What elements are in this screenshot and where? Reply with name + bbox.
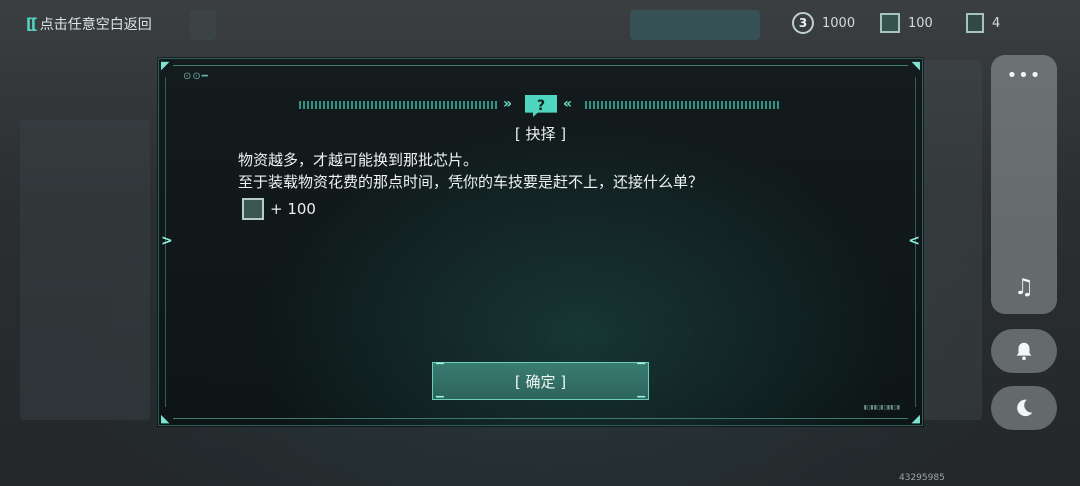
- confirm-button[interactable]: ▔ ▔ ▁ ▁ [ 确定 ]: [432, 362, 649, 400]
- bg-block: [922, 60, 982, 420]
- corner-icon: ◥: [911, 59, 920, 72]
- night-mode-button[interactable]: [991, 386, 1057, 430]
- chip-icon: [880, 13, 900, 33]
- corner-tick-icon: ▔: [637, 364, 645, 375]
- barcode-decoration: ▮▯▮▮▯▮▯▮▮▯▮: [863, 404, 900, 411]
- token-value: 4: [992, 15, 1001, 31]
- chip-icon: [242, 198, 264, 220]
- reward-amount: + 100: [270, 200, 316, 218]
- coin-value: 1000: [822, 15, 856, 31]
- corner-tick-icon: ▔: [436, 364, 444, 375]
- header-stripe: [299, 101, 499, 109]
- left-chevron-icon: <: [908, 233, 920, 249]
- bg-block: [190, 10, 216, 40]
- choice-dialog: ◤ ◥ ◣ ◢ > < ⊙⊙━ » ? « [ 抉择 ] 物资越多，才越可能换到…: [158, 58, 923, 426]
- corner-icon: ◣: [161, 412, 170, 425]
- bg-block: [20, 120, 150, 420]
- side-panel: ••• ♫: [991, 55, 1057, 314]
- moon-icon: [1017, 399, 1033, 417]
- corner-tick-icon: ▁: [637, 387, 645, 398]
- bg-block: [630, 10, 760, 40]
- question-badge: ?: [525, 95, 557, 117]
- back-label: 点击任意空白返回: [39, 17, 152, 33]
- reward: + 100: [242, 198, 316, 220]
- back-button[interactable]: [[ 点击任意空白返回: [26, 14, 152, 34]
- bell-icon: [1016, 342, 1032, 361]
- user-id: 43295985: [899, 473, 945, 483]
- coin-icon: 3: [792, 12, 814, 34]
- dialog-text-line: 至于装载物资花费的那点时间，凭你的车技要是赶不上，还接什么单？: [238, 173, 704, 191]
- music-off-icon[interactable]: ♫: [1014, 275, 1034, 300]
- token-counter: 4: [966, 10, 1000, 36]
- chip-counter: 100: [880, 10, 933, 36]
- dots-icon: ⊙⊙━: [183, 71, 209, 82]
- token-icon: [966, 13, 984, 33]
- frame-line: [173, 418, 908, 419]
- double-left-arrow-icon: «: [563, 96, 573, 112]
- notification-button[interactable]: [991, 329, 1057, 373]
- coin-counter: 3 1000: [792, 10, 855, 36]
- dialog-text-line: 物资越多，才越可能换到那批芯片。: [238, 151, 479, 169]
- right-chevron-icon: >: [161, 233, 173, 249]
- confirm-label: [ 确定 ]: [514, 372, 567, 391]
- bracket-icon: [[: [26, 15, 38, 33]
- dialog-title: [ 抉择 ]: [514, 125, 567, 143]
- frame-line: [173, 65, 908, 66]
- corner-icon: ◤: [161, 59, 170, 72]
- more-icon[interactable]: •••: [1007, 65, 1042, 86]
- corner-icon: ◢: [911, 412, 920, 425]
- double-right-arrow-icon: »: [503, 96, 513, 112]
- chip-value: 100: [908, 15, 933, 31]
- header-stripe: [585, 101, 781, 109]
- corner-tick-icon: ▁: [436, 387, 444, 398]
